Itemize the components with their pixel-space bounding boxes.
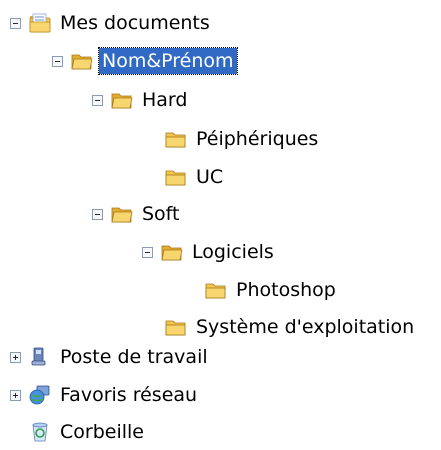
folder-open-icon <box>71 54 93 70</box>
tree-label: Mes documents <box>60 12 210 34</box>
computer-icon <box>31 347 46 366</box>
folder-open-icon <box>161 245 183 261</box>
collapse-toggle[interactable] <box>52 55 63 67</box>
tree-label: Nom&Prénom <box>98 47 238 75</box>
documents-folder-icon <box>29 13 51 33</box>
tree-item-hard[interactable]: Hard <box>92 85 190 115</box>
tree-label: Péiphériques <box>196 128 319 150</box>
expand-toggle[interactable] <box>10 389 21 401</box>
folder-open-icon <box>111 207 133 223</box>
collapse-toggle[interactable] <box>92 94 103 106</box>
recycle-bin-icon <box>32 422 48 442</box>
tree-label: Photoshop <box>236 279 336 301</box>
tree-label: Système d'exploitation <box>196 316 415 338</box>
tree-label: UC <box>196 166 224 188</box>
folder-open-icon <box>111 93 133 109</box>
tree-label: Hard <box>142 89 188 111</box>
tree-item-name-folder[interactable]: Nom&Prénom <box>52 46 238 76</box>
tree-label: Favoris réseau <box>60 384 198 406</box>
tree-label: Poste de travail <box>60 346 208 368</box>
tree-label: Corbeille <box>60 421 144 443</box>
network-globe-icon <box>29 385 50 405</box>
folder-icon <box>165 320 186 336</box>
collapse-toggle[interactable] <box>142 246 153 258</box>
tree-item-software[interactable]: Logiciels <box>142 237 277 267</box>
folder-icon <box>165 132 186 148</box>
folder-icon <box>165 170 186 186</box>
tree-label: Logiciels <box>192 241 274 263</box>
tree-item-recycle-bin[interactable]: Corbeille <box>29 417 147 447</box>
tree-item-photoshop[interactable]: Photoshop <box>205 275 339 305</box>
tree-item-workstation[interactable]: Poste de travail <box>10 342 211 372</box>
tree-item-peripherals[interactable]: Péiphériques <box>165 124 321 154</box>
folder-icon <box>205 283 226 299</box>
tree-label: Soft <box>142 203 180 225</box>
collapse-toggle[interactable] <box>10 17 21 29</box>
tree-item-network[interactable]: Favoris réseau <box>10 380 200 410</box>
tree-item-my-documents[interactable]: Mes documents <box>10 8 213 38</box>
tree-item-uc[interactable]: UC <box>165 162 226 192</box>
tree-item-soft[interactable]: Soft <box>92 199 183 229</box>
tree-item-os[interactable]: Système d'exploitation <box>165 312 417 342</box>
collapse-toggle[interactable] <box>92 208 103 220</box>
expand-toggle[interactable] <box>10 351 21 363</box>
